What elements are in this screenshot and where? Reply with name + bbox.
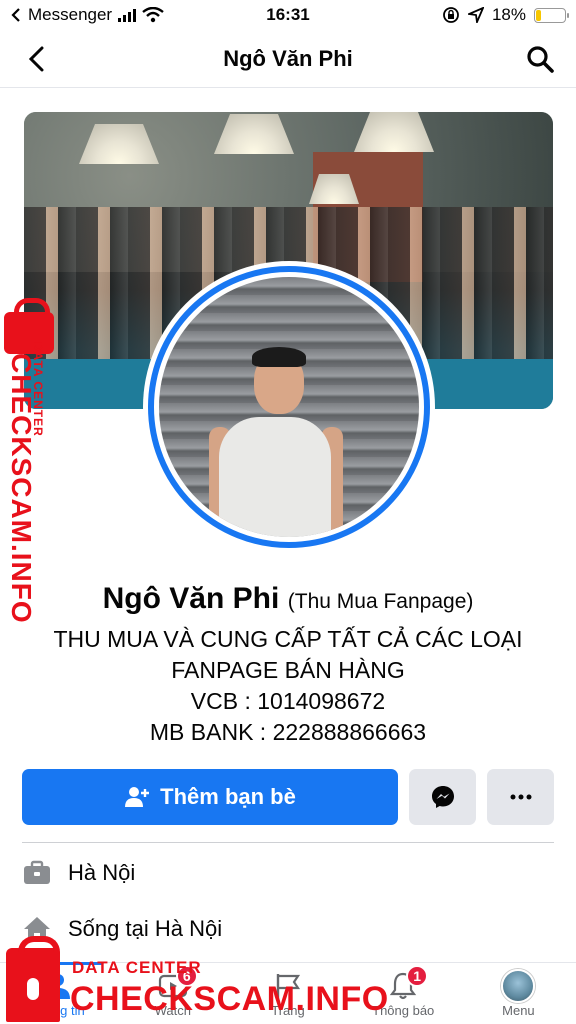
more-options-button[interactable] [487,769,554,825]
status-time: 16:31 [266,5,310,24]
search-icon [527,45,554,73]
person-shirt [219,417,331,537]
menu-avatar-icon [501,969,536,1003]
bell-icon: 1 [386,965,429,1003]
keyhole-icon [27,978,39,1000]
briefcase-icon [22,858,52,888]
detail-residence: Sống tại Hà Nội [22,909,554,949]
rotation-lock-icon [443,7,459,23]
watermark-lock-icon [6,936,60,1022]
detail-work: Hà Nội [22,853,554,893]
bio-line: THU MUA VÀ CUNG CẤP TẤT CẢ CÁC LOẠI [53,626,523,652]
watermark-lock-icon [4,298,54,354]
bio-line: FANPAGE BÁN HÀNG [171,657,405,683]
back-to-app-icon[interactable] [10,8,22,22]
profile-photo [159,277,419,537]
chevron-left-icon [28,46,44,71]
profile-actions: Thêm bạn bè [22,769,554,825]
back-button[interactable] [18,41,54,77]
location-icon [467,7,484,23]
messenger-icon [431,786,454,808]
status-left: Messenger [10,5,230,25]
more-icon [510,794,531,800]
detail-text: Sống tại Hà Nội [68,916,223,941]
profile-picture[interactable] [143,261,435,553]
carrier-label[interactable]: Messenger [28,5,112,25]
wifi-icon [142,7,164,23]
person-hair [252,347,306,367]
tab-label: Menu [502,1003,535,1018]
battery-fill [536,9,542,21]
add-friend-icon [125,787,150,807]
status-right: 18% [346,5,569,25]
battery-icon [534,7,569,23]
bio-line: VCB : 1014098672 [190,688,386,714]
profile-name-row: Ngô Văn Phi (Thu Mua Fanpage) [0,582,576,616]
add-friend-label: Thêm bạn bè [160,784,296,809]
menu-avatar [501,969,536,1003]
profile-picture-frame [148,266,430,548]
page-title: Ngô Văn Phi [223,45,353,71]
profile-bio: THU MUA VÀ CUNG CẤP TẤT CẢ CÁC LOẠI FANP… [20,624,556,748]
navigation-bar: Ngô Văn Phi [0,30,576,88]
add-friend-button[interactable]: Thêm bạn bè [22,769,398,825]
notification-badge: 1 [406,965,429,987]
battery-percent: 18% [491,5,526,24]
message-button[interactable] [409,769,476,825]
watermark-text: CHECKSCAM.INFO [70,980,389,1018]
search-button[interactable] [522,41,558,77]
detail-text: Hà Nội [68,860,136,885]
status-bar: Messenger 16:31 18% [0,0,576,30]
signal-icon [118,8,137,22]
bio-line: MB BANK : 222888866663 [149,719,427,745]
profile-name: Ngô Văn Phi [102,582,280,615]
watermark-subtitle: DATA CENTER [72,958,202,977]
divider [22,842,554,843]
watermark-text: CHECKSCAM.INFO [6,353,37,624]
profile-alternate-name: (Thu Mua Fanpage) [287,590,474,613]
tab-menu[interactable]: Menu [461,963,576,1024]
